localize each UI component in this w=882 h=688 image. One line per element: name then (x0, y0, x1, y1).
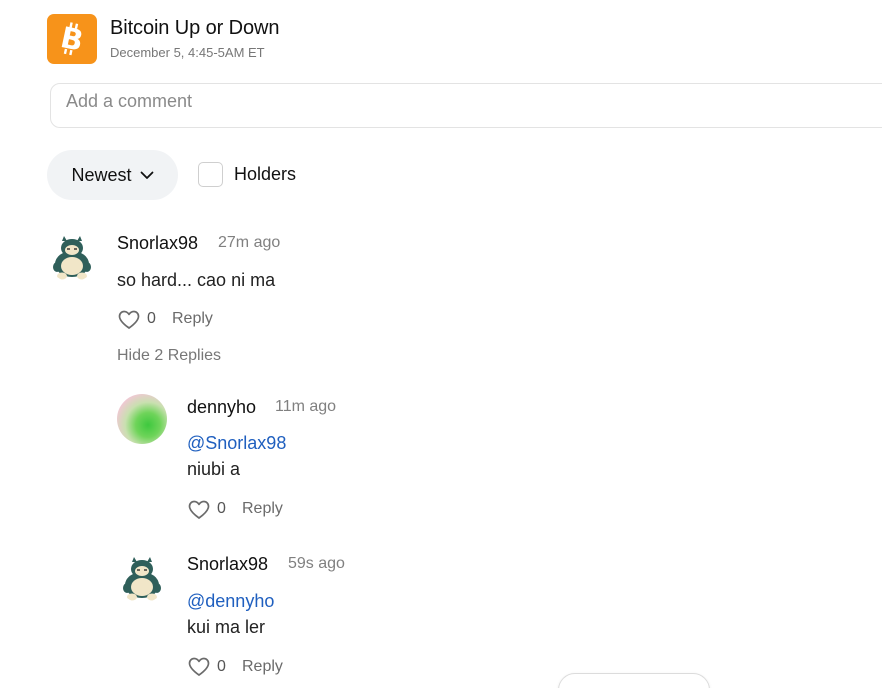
reply-mention[interactable]: @Snorlax98 (187, 433, 286, 454)
reply-button[interactable]: Reply (242, 658, 283, 676)
bitcoin-icon: B (47, 14, 97, 64)
holders-checkbox[interactable] (198, 162, 223, 187)
snorlax-avatar[interactable] (117, 553, 167, 603)
reply-text: kui ma ler (187, 617, 266, 637)
comment-text: so hard... cao ni ma (117, 270, 276, 290)
reply-username[interactable]: dennyho (187, 397, 256, 418)
floating-pill-button[interactable] (558, 673, 710, 688)
chevron-down-icon (140, 171, 154, 180)
reply-mention[interactable]: @dennyho (187, 591, 274, 612)
reply-time: 11m ago (275, 398, 337, 415)
comments-page: B Bitcoin Up or Down December 5, 4:45-5A… (0, 0, 882, 688)
reply-username[interactable]: Snorlax98 (187, 554, 268, 575)
like-count: 0 (217, 500, 226, 517)
snorlax-avatar[interactable] (47, 232, 97, 282)
market-header: B Bitcoin Up or Down December 5, 4:45-5A… (47, 14, 279, 64)
heart-icon[interactable] (188, 657, 210, 677)
market-date: December 5, 4:45-5AM ET (110, 45, 265, 60)
comment-box (50, 83, 882, 128)
reply-button[interactable]: Reply (242, 500, 283, 518)
reply-text: niubi a (187, 459, 241, 479)
holders-label[interactable]: Holders (234, 164, 296, 185)
sort-label: Newest (71, 164, 132, 185)
reply-button[interactable]: Reply (172, 310, 213, 328)
hide-replies-button[interactable]: Hide 2 Replies (117, 347, 221, 365)
market-title[interactable]: Bitcoin Up or Down (110, 17, 279, 40)
like-count: 0 (147, 310, 156, 327)
heart-icon[interactable] (188, 500, 210, 520)
heart-icon[interactable] (118, 310, 140, 330)
comment-time: 27m ago (218, 234, 281, 251)
holders-filter[interactable]: Holders (198, 162, 296, 187)
market-text: Bitcoin Up or Down December 5, 4:45-5AM … (110, 17, 279, 60)
gradient-avatar[interactable] (117, 394, 167, 444)
reply-time: 59s ago (288, 555, 345, 572)
comment-input[interactable] (51, 84, 882, 127)
comment-username[interactable]: Snorlax98 (117, 233, 198, 254)
sort-dropdown[interactable]: Newest (47, 150, 178, 200)
like-count: 0 (217, 658, 226, 675)
